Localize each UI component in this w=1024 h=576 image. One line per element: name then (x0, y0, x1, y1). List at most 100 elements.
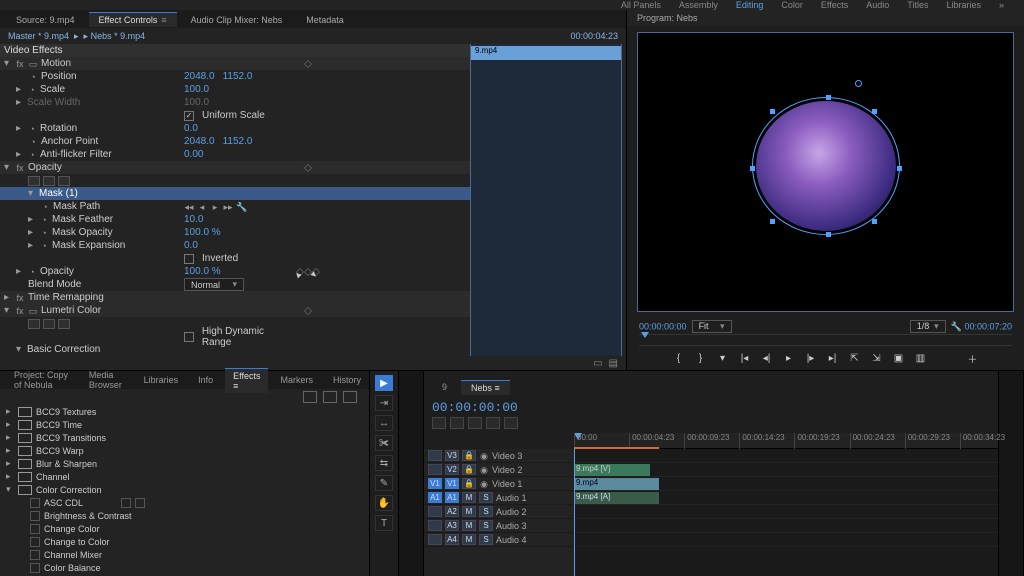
stopwatch-icon[interactable]: ◔ (39, 215, 49, 225)
timeline-clips-area[interactable]: 9.mp4 [V] 9.mp4 9.mp4 [A] (574, 449, 998, 576)
solo-icon[interactable]: S (479, 506, 493, 517)
blend-mode-select[interactable]: Normal (184, 278, 244, 291)
ws-tab[interactable]: Effects (821, 0, 848, 10)
timeline-ruler[interactable]: 00:00 00:00:04:23 00:00:09:23 00:00:14:2… (574, 433, 998, 449)
effect-item[interactable]: Color Balance (44, 563, 101, 573)
extract-icon[interactable]: ⇲ (870, 351, 884, 365)
folder-label[interactable]: BCC9 Transitions (36, 433, 106, 443)
slip-tool-icon[interactable]: ⇆ (375, 455, 393, 471)
mask-pen-icon[interactable] (58, 319, 70, 329)
basic-correction-label[interactable]: Basic Correction (27, 344, 100, 355)
settings-toggle-icon[interactable] (486, 417, 500, 429)
program-fit-select[interactable]: Fit (692, 320, 732, 333)
track-lock-icon[interactable]: 🔒 (462, 478, 476, 489)
panel-menu-icon[interactable]: ≡ (495, 383, 500, 393)
add-marker-icon[interactable]: ▾ (716, 351, 730, 365)
folder-label[interactable]: Channel (36, 472, 70, 482)
hdr-checkbox[interactable] (184, 332, 194, 342)
rotation-value[interactable]: 0.0 (184, 123, 198, 134)
pen-tool-icon[interactable]: ✎ (375, 475, 393, 491)
sequence-tab[interactable]: Nebs ≡ (461, 380, 510, 395)
motion-label[interactable]: Motion (41, 58, 71, 69)
ec-clip-bar[interactable]: 9.mp4 (471, 46, 621, 60)
track-source[interactable]: A1 (428, 492, 442, 503)
mask-track-fwd-icon[interactable]: ▸▸ (223, 202, 233, 212)
linked-selection-icon[interactable] (450, 417, 464, 429)
twirl-icon[interactable]: ▾ (28, 188, 36, 199)
track-toggle[interactable]: A3 (445, 520, 459, 531)
mask-rect-icon[interactable] (43, 176, 55, 186)
video-clip[interactable]: 9.mp4 (574, 478, 659, 490)
anchor-x-value[interactable]: 2048.0 (184, 136, 215, 147)
stopwatch-icon[interactable]: ◔ (27, 85, 37, 95)
uniform-scale-checkbox[interactable]: ✓ (184, 111, 194, 121)
track-target[interactable] (428, 520, 442, 531)
twirl-icon[interactable]: ▾ (4, 58, 12, 69)
mask-pen-icon[interactable] (58, 176, 70, 186)
settings-icon[interactable]: 🔧 (951, 321, 962, 331)
ws-tab[interactable]: Color (781, 0, 803, 10)
tab-libraries[interactable]: Libraries (136, 373, 187, 387)
ws-tab[interactable]: Audio (866, 0, 889, 10)
stopwatch-icon[interactable]: ◔ (39, 241, 49, 251)
anchor-y-value[interactable]: 1152.0 (223, 136, 253, 147)
program-tc-left[interactable]: 00:00:00:00 (639, 321, 687, 331)
snap-toggle-icon[interactable] (432, 417, 446, 429)
inverted-checkbox[interactable] (184, 254, 194, 264)
mask-label[interactable]: Mask (1) (39, 188, 78, 199)
tab-metadata[interactable]: Metadata (296, 12, 354, 27)
stopwatch-icon[interactable]: ◔ (27, 267, 37, 277)
program-scrubber[interactable] (639, 334, 1012, 346)
track-lock-icon[interactable]: 🔒 (462, 464, 476, 475)
ripple-tool-icon[interactable]: ↔ (375, 415, 393, 431)
stopwatch-icon[interactable]: ◔ (28, 137, 38, 147)
folder-label[interactable]: Blur & Sharpen (36, 459, 97, 469)
mask-rotate-handle[interactable] (855, 80, 862, 87)
program-resolution-select[interactable]: 1/8 (910, 320, 946, 333)
video-clip[interactable]: 9.mp4 [V] (574, 464, 650, 476)
ws-tab[interactable]: Titles (907, 0, 928, 10)
lumetri-label[interactable]: Lumetri Color (41, 305, 101, 316)
mute-icon[interactable]: M (462, 506, 476, 517)
stopwatch-icon[interactable]: ◔ (27, 150, 37, 160)
folder-label[interactable]: BCC9 Textures (36, 407, 96, 417)
eye-icon[interactable]: ◉ (479, 451, 489, 461)
mask-rect-icon[interactable] (43, 319, 55, 329)
timeline-tc[interactable]: 00:00:00:00 (432, 400, 518, 415)
twirl-icon[interactable]: ▾ (4, 162, 12, 173)
stopwatch-icon[interactable]: ◔ (40, 202, 50, 212)
export-frame-icon[interactable]: ▣ (892, 351, 906, 365)
go-in-icon[interactable]: |◂ (738, 351, 752, 365)
track-select-tool-icon[interactable]: ⇥ (375, 395, 393, 411)
go-out-icon[interactable]: ▸| (826, 351, 840, 365)
opacity-label[interactable]: Opacity (28, 162, 62, 173)
mask-prev-icon[interactable]: ◂ (197, 202, 207, 212)
reset-icon[interactable] (304, 59, 312, 67)
lift-icon[interactable]: ⇱ (848, 351, 862, 365)
step-fwd-icon[interactable]: |▸ (804, 351, 818, 365)
ec-zoom-out-icon[interactable]: ▭ (593, 358, 602, 369)
folder-label[interactable]: Color Correction (36, 485, 102, 495)
mask-expansion-value[interactable]: 0.0 (184, 240, 198, 251)
ws-tab[interactable]: Editing (736, 0, 764, 10)
track-target[interactable] (428, 506, 442, 517)
twirl-icon[interactable]: ▾ (4, 305, 12, 316)
effect-item[interactable]: Change to Color (44, 537, 110, 547)
solo-icon[interactable]: S (479, 520, 493, 531)
mask-ellipse-icon[interactable] (28, 319, 40, 329)
ws-tab[interactable]: Assembly (679, 0, 718, 10)
tab-audio-mixer[interactable]: Audio Clip Mixer: Nebs (181, 12, 293, 27)
mask-track-back-icon[interactable]: ◂◂ (184, 202, 194, 212)
type-tool-icon[interactable]: T (375, 515, 393, 531)
mark-in-icon[interactable]: { (672, 351, 686, 365)
solo-icon[interactable]: S (479, 492, 493, 503)
button-editor-icon[interactable]: ＋ (966, 351, 980, 365)
reset-icon[interactable] (304, 306, 312, 314)
marker-toggle-icon[interactable] (468, 417, 482, 429)
effect-item[interactable]: ASC CDL (44, 498, 83, 508)
track-source[interactable]: V1 (428, 478, 442, 489)
close-icon[interactable]: ≡ (161, 15, 166, 25)
ec-panel-menu-icon[interactable]: ▤ (609, 358, 618, 369)
antiflicker-value[interactable]: 0.00 (184, 149, 203, 160)
stopwatch-icon[interactable]: ◔ (28, 72, 38, 82)
